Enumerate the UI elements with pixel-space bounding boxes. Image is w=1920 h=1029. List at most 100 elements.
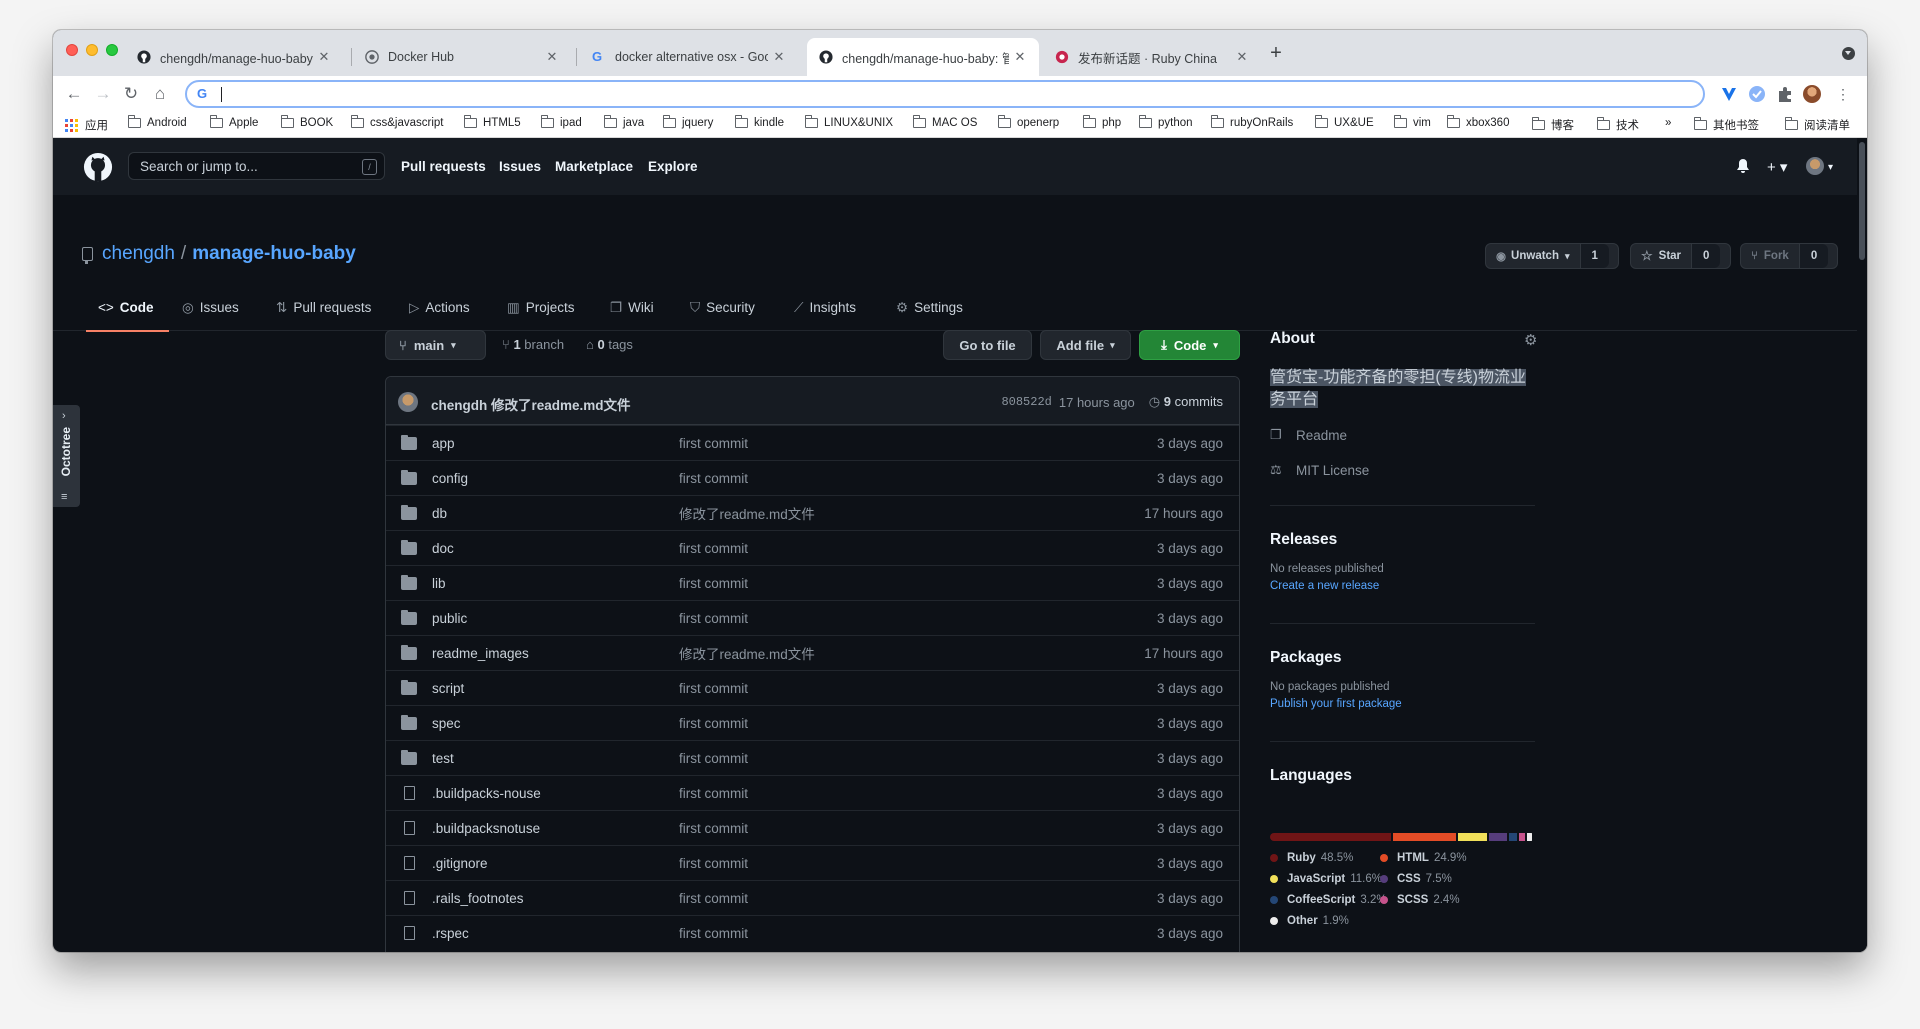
publish-package-link[interactable]: Publish your first package	[1270, 698, 1402, 710]
file-commit-message[interactable]: first commit	[679, 716, 748, 731]
bookmark-folder[interactable]: HTML5	[464, 115, 521, 129]
address-input[interactable]	[223, 84, 1623, 104]
commits-link[interactable]: ◷ 9 commits	[1149, 394, 1223, 410]
bookmark-folder[interactable]: vim	[1394, 115, 1431, 129]
file-row[interactable]: script first commit 3 days ago	[386, 670, 1239, 705]
file-commit-message[interactable]: first commit	[679, 891, 748, 906]
page-scrollbar[interactable]	[1857, 138, 1867, 952]
tab-pull-requests[interactable]: ⇅ Pull requests	[276, 298, 371, 331]
bookmark-folder[interactable]: Android	[128, 115, 187, 129]
close-icon[interactable]: ✕	[1235, 49, 1249, 65]
language-item[interactable]: Ruby 48.5%	[1270, 852, 1353, 864]
bookmark-folder[interactable]: ipad	[541, 115, 582, 129]
file-row[interactable]: .buildpacks-nouse first commit 3 days ago	[386, 775, 1239, 810]
bookmarks-overflow[interactable]: »	[1665, 117, 1671, 129]
commit-message[interactable]: 修改了readme.md文件	[491, 398, 631, 413]
star-button[interactable]: ☆ Star 0	[1630, 243, 1731, 269]
file-commit-message[interactable]: first commit	[679, 821, 748, 836]
bookmark-folder[interactable]: rubyOnRails	[1211, 115, 1293, 129]
language-item[interactable]: JavaScript 11.6%	[1270, 873, 1382, 885]
bookmark-folder[interactable]: xbox360	[1447, 115, 1509, 129]
forward-icon[interactable]: →	[92, 83, 114, 105]
bookmark-folder[interactable]: openerp	[998, 115, 1059, 129]
window-close-button[interactable]	[66, 44, 78, 56]
reading-list[interactable]: 阅读清单	[1785, 117, 1850, 133]
file-name[interactable]: .rails_footnotes	[432, 891, 524, 906]
file-commit-message[interactable]: first commit	[679, 681, 748, 696]
tags-link[interactable]: ⌂ 0 tags	[586, 337, 633, 352]
file-row[interactable]: config first commit 3 days ago	[386, 460, 1239, 495]
file-name[interactable]: .buildpacks-nouse	[432, 786, 541, 801]
file-name[interactable]: db	[432, 506, 447, 521]
file-commit-message[interactable]: first commit	[679, 471, 748, 486]
file-commit-message[interactable]: first commit	[679, 576, 748, 591]
profile-avatar[interactable]	[1803, 85, 1821, 103]
file-row[interactable]: lib first commit 3 days ago	[386, 565, 1239, 600]
create-release-link[interactable]: Create a new release	[1270, 580, 1379, 592]
other-bookmarks[interactable]: 其他书签	[1694, 117, 1759, 133]
bookmark-apps[interactable]: 应用	[65, 117, 108, 133]
home-icon[interactable]: ⌂	[149, 83, 171, 105]
language-item[interactable]: CoffeeScript 3.2%	[1270, 894, 1387, 906]
commit-author-avatar[interactable]	[398, 392, 418, 412]
branch-select-button[interactable]: ⑂ main ▾	[385, 330, 486, 360]
search-input[interactable]: Search or jump to... /	[128, 152, 385, 180]
back-icon[interactable]: ←	[63, 83, 85, 105]
branches-link[interactable]: ⑂ 1 branch	[502, 337, 564, 352]
bookmark-folder[interactable]: 博客	[1532, 117, 1574, 133]
repo-name-link[interactable]: manage-huo-baby	[192, 243, 356, 265]
tab-issues[interactable]: ◎ Issues	[182, 298, 239, 331]
create-new-icon[interactable]: + ▾	[1767, 158, 1787, 176]
file-row[interactable]: app first commit 3 days ago	[386, 425, 1239, 460]
browser-tab[interactable]: 发布新话题 · Ruby China ✕	[1043, 38, 1261, 76]
address-bar[interactable]: G	[185, 80, 1705, 108]
puzzle-icon[interactable]	[1776, 85, 1794, 103]
unwatch-button[interactable]: ◉ Unwatch ▾ 1	[1485, 243, 1619, 269]
file-name[interactable]: config	[432, 471, 468, 486]
file-commit-message[interactable]: first commit	[679, 786, 748, 801]
nav-explore[interactable]: Explore	[648, 159, 698, 174]
scrollbar-thumb[interactable]	[1859, 142, 1865, 260]
readme-link[interactable]: ❐ Readme	[1270, 427, 1347, 443]
tab-projects[interactable]: ▥ Projects	[507, 298, 575, 331]
language-item[interactable]: SCSS 2.4%	[1380, 894, 1460, 906]
file-name[interactable]: test	[432, 751, 454, 766]
code-download-button[interactable]: ⤓ Code ▾	[1139, 330, 1240, 360]
bookmark-folder[interactable]: BOOK	[281, 115, 333, 129]
extension-check-icon[interactable]	[1748, 85, 1766, 103]
bookmark-folder[interactable]: LINUX&UNIX	[805, 115, 893, 129]
commit-author[interactable]: chengdh	[431, 398, 487, 413]
bookmark-folder[interactable]: kindle	[735, 115, 784, 129]
octotree-toggle[interactable]: › Octotree ≡	[53, 405, 80, 507]
fork-count[interactable]: 0	[1798, 244, 1829, 268]
file-row[interactable]: doc first commit 3 days ago	[386, 530, 1239, 565]
nav-issues[interactable]: Issues	[499, 159, 541, 174]
nav-pull-requests[interactable]: Pull requests	[401, 159, 486, 174]
star-count[interactable]: 0	[1691, 244, 1721, 268]
file-name[interactable]: doc	[432, 541, 454, 556]
close-icon[interactable]: ✕	[772, 49, 786, 65]
bookmark-folder[interactable]: UX&UE	[1315, 115, 1374, 129]
bookmark-folder[interactable]: java	[604, 115, 644, 129]
file-commit-message[interactable]: 修改了readme.md文件	[679, 503, 815, 523]
window-minimize-button[interactable]	[86, 44, 98, 56]
file-name[interactable]: readme_images	[432, 646, 529, 661]
reload-icon[interactable]: ↻	[120, 83, 142, 105]
bookmark-folder[interactable]: python	[1139, 115, 1193, 129]
file-row[interactable]: readme_images 修改了readme.md文件 17 hours ago	[386, 635, 1239, 670]
tab-insights[interactable]: ⟋ Insights	[794, 298, 856, 331]
bookmark-folder[interactable]: jquery	[663, 115, 713, 129]
file-row[interactable]: spec first commit 3 days ago	[386, 705, 1239, 740]
tab-actions[interactable]: ▷ Actions	[409, 298, 470, 331]
file-name[interactable]: app	[432, 436, 455, 451]
bookmark-folder[interactable]: 技术	[1597, 117, 1639, 133]
browser-tab[interactable]: chengdh/manage-huo-baby: 管货宝 ✕	[125, 38, 343, 76]
close-icon[interactable]: ✕	[317, 49, 331, 65]
file-row[interactable]: public first commit 3 days ago	[386, 600, 1239, 635]
close-icon[interactable]: ✕	[1013, 49, 1027, 65]
browser-tab[interactable]: G docker alternative osx - Google ✕	[580, 38, 798, 76]
more-vertical-icon[interactable]: ⋮	[1832, 83, 1854, 105]
tab-code[interactable]: <> Code	[86, 298, 168, 332]
file-name[interactable]: spec	[432, 716, 461, 731]
tab-settings[interactable]: ⚙ Settings	[896, 298, 963, 331]
